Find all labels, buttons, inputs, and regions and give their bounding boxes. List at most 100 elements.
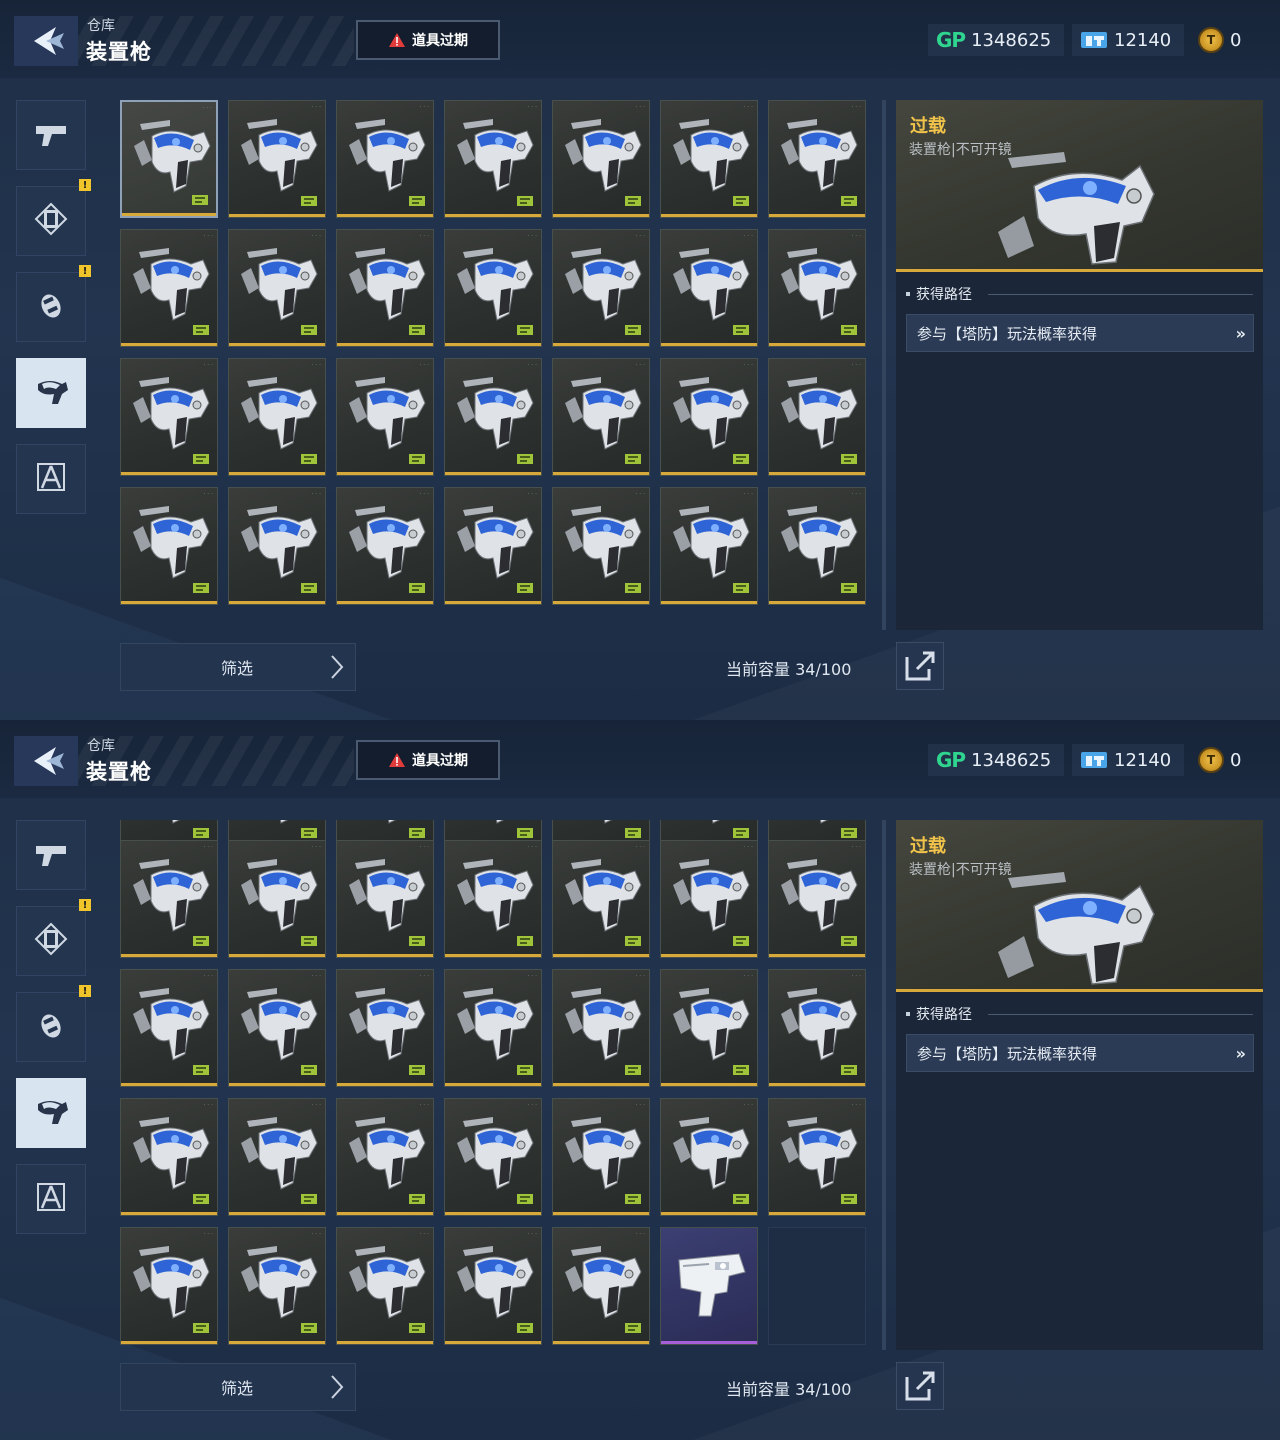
inventory-item[interactable]: · · · [660, 100, 758, 218]
device-gun-icon [781, 119, 858, 192]
acquire-source-button[interactable]: 参与【塔防】玩法概率获得 » [906, 1034, 1254, 1072]
back-button[interactable] [14, 16, 78, 66]
item-type-tag-icon [517, 454, 533, 464]
inventory-item[interactable]: · · · [228, 487, 326, 605]
export-button[interactable] [896, 1362, 944, 1410]
inventory-item[interactable]: · · · [228, 840, 326, 958]
coin-icon: T [1198, 27, 1224, 53]
inventory-item[interactable]: · · · [228, 100, 326, 218]
inventory-item[interactable]: · · · [228, 229, 326, 347]
item-serial: · · · [203, 973, 213, 980]
device-gun-icon [133, 859, 210, 932]
breadcrumb: 仓库 [87, 18, 115, 34]
inventory-item[interactable]: · · · [768, 100, 866, 218]
filter-button[interactable]: 筛选 [120, 1363, 356, 1411]
inventory-item[interactable]: · · · [444, 1227, 542, 1345]
sidebar-item-gun[interactable] [16, 100, 86, 170]
item-type-tag-icon [841, 325, 857, 335]
scrollbar[interactable] [882, 100, 886, 630]
inventory-item[interactable]: · · · [768, 358, 866, 476]
inventory-item[interactable]: · · · [228, 969, 326, 1087]
expired-items-label: 道具过期 [412, 33, 468, 49]
item-type-tag-icon [409, 196, 425, 206]
scrollbar[interactable] [882, 820, 886, 1350]
inventory-item[interactable]: · · · [768, 487, 866, 605]
inventory-item[interactable]: · · · [444, 969, 542, 1087]
sidebar-item-compass[interactable] [16, 444, 86, 514]
inventory-item[interactable]: · · · [228, 1098, 326, 1216]
inventory-item[interactable]: · · · [336, 229, 434, 347]
sidebar-item-frame[interactable]: ! [16, 899, 91, 976]
acquire-source-button[interactable]: 参与【塔防】玩法概率获得 » [906, 314, 1254, 352]
inventory-item[interactable]: · · · [444, 358, 542, 476]
item-detail-panel: 过载 装置枪|不可开镜 获得路径 参与【塔防】玩法概率获得 » [896, 100, 1263, 630]
inventory-item[interactable]: · · · [120, 100, 218, 218]
inventory-item[interactable]: · · · [120, 487, 218, 605]
back-button[interactable] [14, 736, 78, 786]
inventory-item[interactable]: · · · [768, 1098, 866, 1216]
inventory-item[interactable]: · · · [336, 840, 434, 958]
item-type-tag-icon [517, 1194, 533, 1204]
inventory-item[interactable]: · · · [444, 487, 542, 605]
item-serial: · · · [203, 491, 213, 498]
inventory-item[interactable]: · · · [660, 229, 758, 347]
sidebar-item-compass[interactable] [16, 1164, 86, 1234]
inventory-item[interactable]: · · · [660, 969, 758, 1087]
inventory-item[interactable]: · · · [552, 229, 650, 347]
inventory-item[interactable]: · · · [768, 840, 866, 958]
filter-button[interactable]: 筛选 [120, 643, 356, 691]
inventory-item[interactable]: · · · [552, 1227, 650, 1345]
inventory-item[interactable]: · · · [444, 229, 542, 347]
device-gun-icon [781, 1117, 858, 1190]
expired-items-button[interactable]: 道具过期 [356, 740, 500, 780]
device-gun-icon [673, 119, 750, 192]
item-serial: · · · [635, 1102, 645, 1109]
export-button[interactable] [896, 642, 944, 690]
inventory-item[interactable]: · · · [336, 1227, 434, 1345]
inventory-item[interactable]: · · · [336, 358, 434, 476]
inventory-item[interactable]: · · · [228, 358, 326, 476]
inventory-item[interactable]: · · · [660, 1098, 758, 1216]
inventory-item[interactable] [660, 1227, 758, 1345]
inventory-item[interactable]: · · · [768, 969, 866, 1087]
inventory-item[interactable]: · · · [660, 840, 758, 958]
inventory-item[interactable]: · · · [444, 100, 542, 218]
inventory-item[interactable]: · · · [552, 358, 650, 476]
inventory-item[interactable]: · · · [444, 1098, 542, 1216]
inventory-item[interactable]: · · · [660, 358, 758, 476]
item-serial: · · · [743, 233, 753, 240]
inventory-item[interactable]: · · · [120, 840, 218, 958]
inventory-item[interactable]: · · · [552, 487, 650, 605]
inventory-item[interactable]: · · · [660, 487, 758, 605]
inventory-item[interactable]: · · · [444, 840, 542, 958]
sidebar-item-grenade[interactable]: ! [16, 265, 91, 342]
inventory-item[interactable]: · · · [120, 969, 218, 1087]
sidebar-item-gun[interactable] [16, 820, 86, 890]
inventory-item[interactable]: · · · [552, 1098, 650, 1216]
inventory-item[interactable]: · · · [552, 100, 650, 218]
item-type-tag-icon [301, 828, 317, 838]
sidebar-item-device-gun[interactable] [16, 358, 86, 428]
device-gun-icon [457, 377, 534, 450]
device-gun-icon [133, 506, 210, 579]
rare-device-gun-icon [678, 1253, 746, 1317]
sidebar-item-frame[interactable]: ! [16, 179, 91, 256]
inventory-item[interactable]: · · · [336, 487, 434, 605]
inventory-item[interactable]: · · · [336, 100, 434, 218]
sidebar-item-grenade[interactable]: ! [16, 985, 91, 1062]
inventory-item[interactable]: · · · [336, 1098, 434, 1216]
item-type-tag-icon [517, 936, 533, 946]
inventory-item[interactable]: · · · [552, 840, 650, 958]
inventory-item[interactable]: · · · [336, 969, 434, 1087]
expired-items-button[interactable]: 道具过期 [356, 20, 500, 60]
inventory-item[interactable]: · · · [228, 1227, 326, 1345]
inventory-item[interactable]: · · · [768, 229, 866, 347]
inventory-item[interactable]: · · · [120, 358, 218, 476]
inventory-item[interactable]: · · · [120, 1227, 218, 1345]
inventory-item[interactable]: · · · [120, 1098, 218, 1216]
item-serial: · · · [203, 233, 213, 240]
inventory-item[interactable]: · · · [120, 229, 218, 347]
sidebar-item-device-gun[interactable] [16, 1078, 86, 1148]
device-gun-icon [565, 988, 642, 1061]
inventory-item[interactable]: · · · [552, 969, 650, 1087]
